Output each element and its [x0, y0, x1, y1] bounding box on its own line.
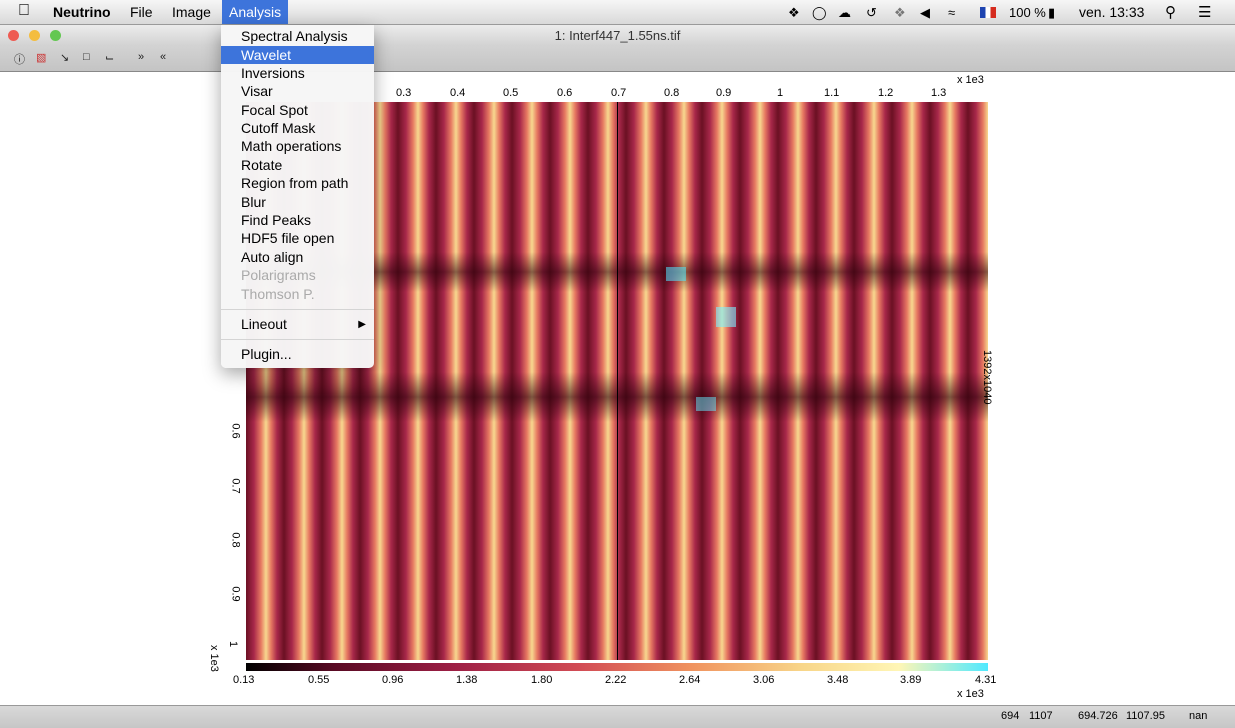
colorbar-tick: 4.31: [975, 674, 997, 686]
analysis-dropdown-menu: Spectral Analysis Wavelet Inversions Vis…: [221, 25, 374, 368]
line-tool-icon[interactable]: ↘: [60, 51, 69, 64]
wifi-icon[interactable]: ≈: [948, 0, 955, 24]
search-icon[interactable]: ⚲: [1165, 0, 1176, 24]
prev-buffer-icon[interactable]: «: [160, 51, 166, 63]
pixel-y: 1107: [1029, 710, 1053, 722]
menu-item-focal-spot[interactable]: Focal Spot: [221, 101, 374, 119]
menu-item-wavelet[interactable]: Wavelet: [221, 46, 374, 64]
apple-icon[interactable]: : [18, 2, 30, 20]
x-multiplier: x 1e3: [957, 74, 984, 86]
colorbar: [246, 663, 988, 671]
colorbar-tick: 0.13: [233, 674, 255, 686]
france-flag-icon[interactable]: [980, 7, 996, 18]
y-tick: 0.9: [229, 586, 242, 602]
next-buffer-icon[interactable]: »: [138, 51, 144, 63]
menu-item-thomson-p: Thomson P.: [241, 286, 315, 302]
info-icon[interactable]: ⓘ: [14, 51, 25, 67]
rect-tool-icon[interactable]: □: [83, 51, 90, 63]
y-tick: 1: [227, 640, 240, 648]
x-tick: 0.7: [611, 87, 627, 99]
x-tick: 1: [777, 87, 784, 99]
image-size-label: 1392x1040: [981, 350, 993, 405]
x-tick: 1.3: [931, 87, 947, 99]
menu-file[interactable]: File: [123, 0, 160, 24]
evernote-icon[interactable]: ◯: [812, 0, 827, 24]
menu-separator: [221, 309, 374, 310]
dropbox-icon[interactable]: ❖: [788, 0, 800, 24]
menu-item-hdf5-file-open[interactable]: HDF5 file open: [221, 229, 374, 247]
menu-item-auto-align[interactable]: Auto align: [221, 248, 374, 266]
menu-item-visar[interactable]: Visar: [221, 82, 374, 100]
menu-item-region-from-path[interactable]: Region from path: [221, 174, 374, 192]
y-tick: 0.6: [229, 423, 242, 439]
menu-item-find-peaks[interactable]: Find Peaks: [221, 211, 374, 229]
colorbar-tick: 0.96: [382, 674, 404, 686]
colorbar-tick: 2.22: [605, 674, 627, 686]
status-bar: 694 1107 694.726 1107.95 nan: [0, 705, 1235, 728]
app-menu[interactable]: Neutrino: [46, 0, 118, 24]
pixel-value: nan: [1189, 710, 1208, 722]
colorbar-multiplier: x 1e3: [957, 688, 984, 700]
menu-analysis[interactable]: Analysis: [222, 0, 289, 24]
colormap-icon[interactable]: ▧: [36, 51, 46, 64]
menu-item-lineout-label: Lineout: [241, 316, 287, 332]
x-tick: 0.9: [716, 87, 732, 99]
menu-image[interactable]: Image: [165, 0, 218, 24]
x-tick: 0.8: [664, 87, 680, 99]
y-multiplier: x 1e3: [208, 645, 220, 672]
window-titlebar: 1: Interf447_1.55ns.tif: [0, 25, 1235, 45]
x-tick: 0.4: [450, 87, 466, 99]
coord-x: 694.726: [1078, 710, 1118, 722]
x-tick: 0.3: [396, 87, 412, 99]
volume-icon[interactable]: ◀: [920, 0, 930, 24]
cloud-icon[interactable]: ☁: [838, 0, 851, 24]
x-tick: 0.5: [503, 87, 519, 99]
notification-center-icon[interactable]: ☰: [1198, 0, 1211, 24]
submenu-arrow-icon: ▶: [358, 319, 366, 330]
menu-item-rotate[interactable]: Rotate: [221, 156, 374, 174]
battery-icon[interactable]: ▮: [1048, 0, 1055, 24]
y-tick: 0.7: [229, 478, 242, 494]
menu-item-plugin[interactable]: Plugin...: [221, 345, 374, 363]
window-title: 1: Interf447_1.55ns.tif: [554, 28, 681, 43]
menu-bar:  Neutrino File Image Analysis ❖ ◯ ☁ ↺ ❖…: [0, 0, 1235, 25]
colorbar-tick: 3.06: [753, 674, 775, 686]
menu-item-spectral-analysis[interactable]: Spectral Analysis: [221, 27, 374, 45]
menu-item-inversions[interactable]: Inversions: [221, 64, 374, 82]
colorbar-tick: 3.48: [827, 674, 849, 686]
menu-item-lineout[interactable]: Lineout ▶: [221, 315, 374, 333]
x-tick: 1.2: [878, 87, 894, 99]
clock[interactable]: ven. 13:33: [1079, 0, 1144, 24]
coord-y: 1107.95: [1126, 710, 1165, 722]
colorbar-tick: 3.89: [900, 674, 922, 686]
x-tick: 0.6: [557, 87, 573, 99]
menu-item-blur[interactable]: Blur: [221, 193, 374, 211]
colorbar-tick: 1.38: [456, 674, 478, 686]
cursor-line: [617, 102, 618, 660]
battery-label: 100 %: [1009, 5, 1046, 20]
x-tick: 1.1: [824, 87, 840, 99]
y-tick: 0.8: [229, 532, 242, 548]
menu-separator: [221, 339, 374, 340]
time-machine-icon[interactable]: ↺: [866, 0, 877, 24]
menu-item-math-operations[interactable]: Math operations: [221, 137, 374, 155]
colorbar-tick: 1.80: [531, 674, 553, 686]
colorbar-tick: 2.64: [679, 674, 701, 686]
menu-item-polarigrams: Polarigrams: [241, 267, 316, 283]
pixel-x: 694: [1001, 710, 1020, 722]
bluetooth-icon[interactable]: ❖: [894, 0, 906, 24]
menu-item-cutoff-mask[interactable]: Cutoff Mask: [221, 119, 374, 137]
lineout-tool-icon[interactable]: ⌙: [105, 51, 114, 64]
toolbar: ⓘ ▧ ↘ □ ⌙ » «: [0, 45, 1235, 72]
colorbar-tick: 0.55: [308, 674, 330, 686]
